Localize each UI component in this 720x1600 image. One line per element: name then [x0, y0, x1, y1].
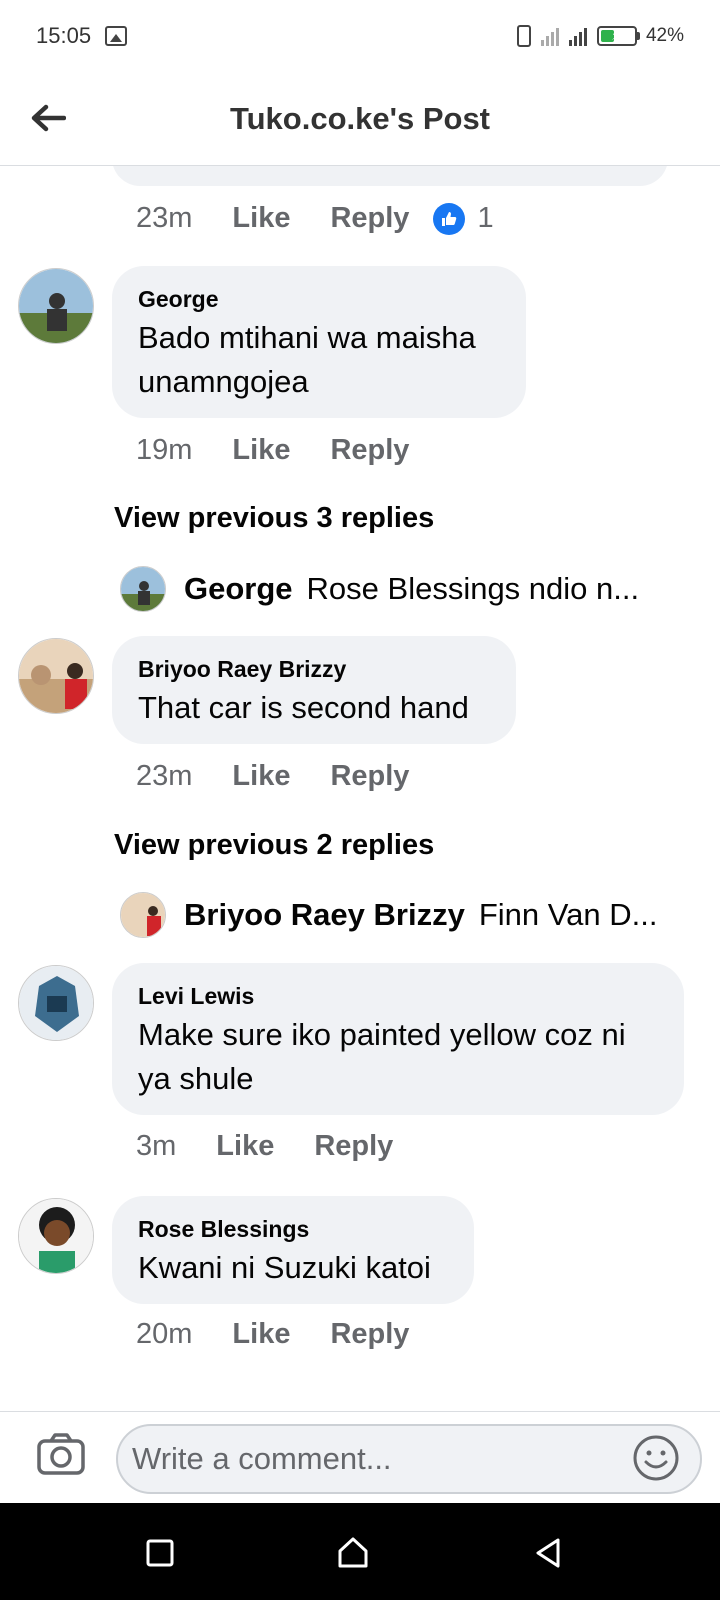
like-button[interactable]: Like [232, 434, 290, 467]
avatar[interactable] [18, 268, 94, 344]
reply-text: Rose Blessings ndio n... [306, 571, 640, 606]
reply-text: Finn Van D... [478, 897, 658, 932]
reply-button[interactable]: Reply [330, 760, 409, 793]
view-previous-replies[interactable]: View previous 3 replies [114, 502, 434, 535]
comment-author[interactable]: Briyoo Raey Brizzy [138, 654, 490, 684]
like-button[interactable]: Like [232, 1318, 290, 1351]
reaction-count: 1 [477, 202, 494, 234]
gallery-notification-icon [105, 26, 128, 46]
signal-sim1-icon [540, 26, 559, 46]
camera-button[interactable] [36, 1432, 86, 1476]
emoji-button[interactable] [632, 1434, 680, 1482]
comment-author[interactable]: George [138, 284, 500, 314]
comment-time: 3m [136, 1130, 177, 1162]
smiley-icon [633, 1435, 679, 1481]
signal-sim2-icon [568, 26, 587, 46]
like-button[interactable]: Like [232, 202, 290, 235]
battery-percent: 42% [645, 25, 684, 46]
comment-text: Bado mtihani wa maisha unamngojea [138, 320, 476, 399]
comment-text: Kwani ni Suzuki katoi [138, 1250, 431, 1285]
status-bar: 15:05 ⚡ 42% [0, 0, 720, 72]
recents-button[interactable] [140, 1533, 180, 1573]
comment-bubble[interactable]: Levi Lewis Make sure iko painted yellow … [112, 963, 684, 1115]
triangle-back-icon [536, 1538, 560, 1568]
comment-text: Make sure iko painted yellow coz ni ya s… [138, 1017, 626, 1096]
avatar [120, 566, 166, 612]
comment-input[interactable] [116, 1424, 702, 1494]
reply-button[interactable]: Reply [330, 202, 409, 235]
comment-bubble[interactable]: George Bado mtihani wa maisha unamngojea [112, 266, 526, 418]
comment-text: That car is second hand [138, 690, 469, 725]
comment-time: 23m [136, 760, 193, 792]
battery-icon: ⚡ 42% [596, 25, 684, 47]
comment-actions: 3m Like Reply [136, 1130, 393, 1163]
comment-actions-top: 23m Like Reply 1 [136, 202, 494, 235]
comment-bubble[interactable]: Rose Blessings Kwani ni Suzuki katoi [112, 1196, 474, 1304]
comment-actions: 19m Like Reply [136, 434, 409, 467]
reply-button[interactable]: Reply [330, 1318, 409, 1351]
back-nav-button[interactable] [528, 1533, 568, 1573]
page-title: Tuko.co.ke's Post [229, 100, 491, 136]
back-button[interactable] [28, 98, 68, 138]
home-button[interactable] [333, 1533, 373, 1573]
comments-feed[interactable]: 23m Like Reply 1 George Bado mtihani wa … [0, 166, 720, 1411]
previous-comment-bubble [112, 166, 668, 186]
comment-author[interactable]: Rose Blessings [138, 1214, 448, 1244]
reply-button[interactable]: Reply [330, 434, 409, 467]
reply-button[interactable]: Reply [314, 1130, 393, 1163]
square-icon [146, 1539, 174, 1567]
post-header: Tuko.co.ke's Post [0, 72, 720, 166]
phone-icon [516, 25, 531, 47]
comment-bubble[interactable]: Briyoo Raey Brizzy That car is second ha… [112, 636, 516, 744]
comment-author[interactable]: Levi Lewis [138, 981, 658, 1011]
comment-actions: 23m Like Reply [136, 760, 409, 793]
status-time: 15:05 [36, 23, 92, 48]
avatar [120, 892, 166, 938]
comment-time: 23m [136, 202, 193, 234]
comment-time: 19m [136, 434, 193, 466]
avatar[interactable] [18, 965, 94, 1041]
thumbs-up-icon [433, 202, 466, 235]
like-button[interactable]: Like [232, 760, 290, 793]
reaction-summary[interactable]: 1 [433, 202, 494, 235]
reply-author: George [184, 571, 293, 606]
camera-icon [37, 1433, 85, 1475]
comment-composer [0, 1411, 720, 1503]
avatar[interactable] [18, 1198, 94, 1274]
comment-time: 20m [136, 1318, 193, 1350]
reply-preview[interactable]: George Rose Blessings ndio n... [120, 566, 680, 612]
reply-preview[interactable]: Briyoo Raey Brizzy Finn Van D... [120, 892, 680, 938]
arrow-left-icon [31, 104, 66, 132]
system-nav-bar [0, 1503, 720, 1600]
avatar[interactable] [18, 638, 94, 714]
view-previous-replies[interactable]: View previous 2 replies [114, 829, 434, 862]
home-icon [338, 1537, 368, 1568]
reply-author: Briyoo Raey Brizzy [184, 897, 465, 932]
status-icons: ⚡ 42% [516, 25, 684, 47]
like-button[interactable]: Like [216, 1130, 274, 1163]
comment-actions: 20m Like Reply [136, 1318, 409, 1351]
